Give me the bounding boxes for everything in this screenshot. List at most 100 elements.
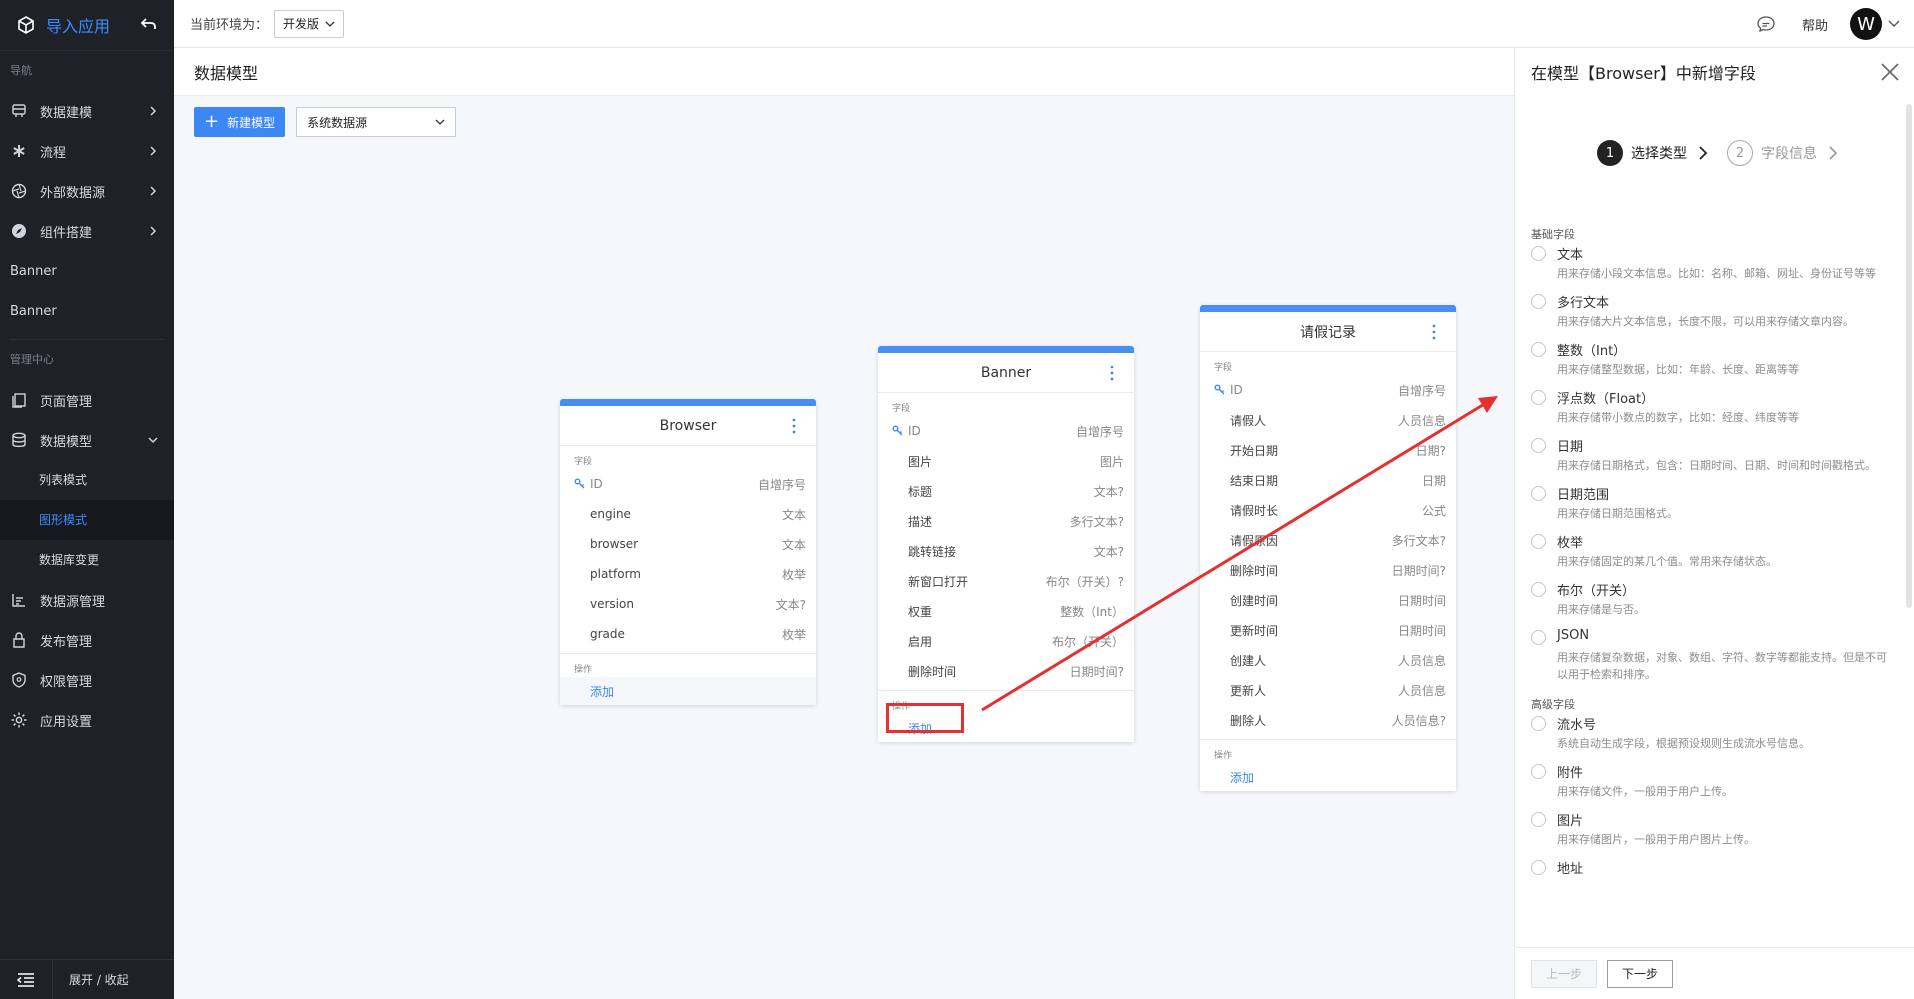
model-field-row[interactable]: engine 文本 (560, 499, 816, 529)
sidebar-subitem-graph-mode[interactable]: 图形模式 (0, 500, 174, 540)
sidebar-item-datasource-management[interactable]: 数据源管理 (0, 580, 174, 620)
sidebar-subitem-list-mode[interactable]: 列表模式 (0, 460, 174, 500)
field-type-option[interactable]: 布尔（开关） 用来存储是与否。 (1531, 579, 1889, 627)
field-type-option[interactable]: 枚举 用来存储固定的某几个值。常用来存储状态。 (1531, 531, 1889, 579)
field-type: 人员信息 (1397, 683, 1446, 698)
plus-icon: + (204, 111, 220, 132)
add-field-link[interactable]: 添加 (1200, 763, 1456, 791)
model-field-row[interactable]: 删除人 人员信息? (1200, 705, 1456, 735)
model-card-header[interactable]: Banner (878, 353, 1134, 393)
field-type-option[interactable]: 文本 用来存储小段文本信息。比如：名称、邮箱、网址、身份证号等等 (1531, 243, 1889, 291)
field-type: 日期时间? (1391, 563, 1446, 578)
model-field-row[interactable]: 创建时间 日期时间 (1200, 585, 1456, 615)
model-field-row[interactable]: grade 枚举 (560, 619, 816, 649)
model-field-row[interactable]: 权重 整数（Int） (878, 596, 1134, 626)
sidebar-item-data-model[interactable]: 数据模型 (0, 420, 174, 460)
prev-step-button[interactable]: 上一步 (1531, 959, 1598, 988)
model-card-banner[interactable]: Banner 字段 ID 自增序号 图片 图片 标题 文本? 描述 多行文本? 跳转链接 文本? 新窗口… (878, 346, 1134, 742)
field-type-option[interactable]: 附件 用来存储文件，一般用于用户上传。 (1531, 761, 1889, 809)
field-type-option[interactable]: 整数（Int） 用来存储整型数据，比如：年龄、长度、距离等等 (1531, 339, 1889, 387)
field-type-option[interactable]: 多行文本 用来存储大片文本信息，长度不限，可以用来存储文章内容。 (1531, 291, 1889, 339)
field-type-option[interactable]: 日期范围 用来存储日期范围格式。 (1531, 483, 1889, 531)
model-card-leave-record[interactable]: 请假记录 字段 ID 自增序号 请假人 人员信息 开始日期 日期? 结束日期 日期 请假时长 公式 请假… (1200, 305, 1456, 791)
field-type-option[interactable]: 流水号 系统自动生成字段，根据预设规则生成流水号信息。 (1531, 713, 1889, 761)
close-icon[interactable] (1880, 62, 1900, 82)
sidebar-item-data-modeling[interactable]: 数据建模 (0, 91, 174, 131)
model-field-row[interactable]: 请假人 人员信息 (1200, 405, 1456, 435)
model-field-row[interactable]: 新窗口打开 布尔（开关）? (878, 566, 1134, 596)
model-field-row[interactable]: 删除时间 日期时间? (1200, 555, 1456, 585)
model-card-header[interactable]: Browser (560, 406, 816, 446)
radio-button[interactable] (1531, 860, 1546, 875)
field-type-option[interactable]: 图片 用来存储图片，一般用于用户图片上传。 (1531, 809, 1889, 857)
model-field-row[interactable]: 图片 图片 (878, 446, 1134, 476)
model-field-row[interactable]: 创建人 人员信息 (1200, 645, 1456, 675)
model-field-row[interactable]: ID 自增序号 (878, 416, 1134, 446)
radio-button[interactable] (1531, 246, 1546, 261)
datasource-select[interactable]: 系统数据源 (296, 107, 457, 137)
radio-button[interactable] (1531, 294, 1546, 309)
radio-button[interactable] (1531, 582, 1546, 597)
sidebar-item-external-datasource[interactable]: 外部数据源 (0, 171, 174, 211)
sidebar-item-publish-management[interactable]: 发布管理 (0, 620, 174, 660)
more-vertical-icon[interactable] (786, 416, 802, 436)
model-field-row[interactable]: 请假时长 公式 (1200, 495, 1456, 525)
more-vertical-icon[interactable] (1104, 363, 1120, 383)
model-field-row[interactable]: 更新时间 日期时间 (1200, 615, 1456, 645)
model-field-row[interactable]: 删除时间 日期时间? (878, 656, 1134, 686)
radio-button[interactable] (1531, 390, 1546, 405)
collapse-menu-icon[interactable] (0, 959, 53, 999)
field-type-option[interactable]: JSON 用来存储复杂数据，对象、数组、字符、数字等都能支持。但是不可以用于检索和… (1531, 627, 1889, 692)
back-icon[interactable] (138, 14, 160, 36)
app-title[interactable]: 导入应用 (46, 13, 138, 37)
model-field-row[interactable]: 开始日期 日期? (1200, 435, 1456, 465)
model-field-row[interactable]: 结束日期 日期 (1200, 465, 1456, 495)
field-type-option[interactable]: 日期 用来存储日期格式，包含：日期时间、日期、时间和时间戳格式。 (1531, 435, 1889, 483)
model-field-row[interactable]: 请假原因 多行文本? (1200, 525, 1456, 555)
env-select[interactable]: 开发版 (274, 9, 345, 38)
model-card-browser[interactable]: Browser 字段 ID 自增序号 engine 文本 browser 文本 platform… (560, 399, 816, 705)
model-field-row[interactable]: version 文本? (560, 589, 816, 619)
more-vertical-icon[interactable] (1426, 322, 1442, 342)
expand-collapse-toggle[interactable]: 展开 / 收起 (53, 971, 129, 988)
scrollbar[interactable] (1906, 104, 1912, 608)
model-field-row[interactable]: 启用 布尔（开关） (878, 626, 1134, 656)
model-field-row[interactable]: 跳转链接 文本? (878, 536, 1134, 566)
field-type-option[interactable]: 地址 (1531, 857, 1889, 877)
model-card-header[interactable]: 请假记录 (1200, 312, 1456, 352)
step-field-info[interactable]: 2 字段信息 (1727, 140, 1817, 166)
help-link[interactable]: 帮助 (1802, 15, 1828, 34)
radio-button[interactable] (1531, 716, 1546, 731)
sidebar-item-permission-management[interactable]: 权限管理 (0, 660, 174, 700)
model-field-row[interactable]: 描述 多行文本? (878, 506, 1134, 536)
new-model-button[interactable]: + 新建模型 (194, 107, 286, 137)
sidebar-item-flow[interactable]: 流程 (0, 131, 174, 171)
field-type-option[interactable]: 浮点数（Float） 用来存储带小数点的数字，比如：经度、纬度等等 (1531, 387, 1889, 435)
step-select-type[interactable]: 1 选择类型 (1597, 140, 1687, 166)
model-field-row[interactable]: browser 文本 (560, 529, 816, 559)
radio-button[interactable] (1531, 630, 1546, 645)
message-icon[interactable] (1756, 14, 1776, 34)
sidebar-subitem-db-changes[interactable]: 数据库变更 (0, 540, 174, 580)
radio-button[interactable] (1531, 812, 1546, 827)
radio-button[interactable] (1531, 764, 1546, 779)
sidebar-item-app-settings[interactable]: 应用设置 (0, 700, 174, 740)
avatar[interactable]: W (1850, 8, 1882, 40)
add-field-link[interactable]: 添加 (560, 677, 816, 705)
chevron-down-icon[interactable] (1888, 20, 1900, 28)
sidebar-item-banner-2[interactable]: Banner (0, 291, 174, 331)
model-field-row[interactable]: ID 自增序号 (1200, 375, 1456, 405)
model-field-row[interactable]: 标题 文本? (878, 476, 1134, 506)
radio-button[interactable] (1531, 534, 1546, 549)
field-type-desc: 用来存储小段文本信息。比如：名称、邮箱、网址、身份证号等等 (1557, 267, 1876, 280)
radio-button[interactable] (1531, 342, 1546, 357)
sidebar-item-component-builder[interactable]: 组件搭建 (0, 211, 174, 251)
model-field-row[interactable]: 更新人 人员信息 (1200, 675, 1456, 705)
next-step-button[interactable]: 下一步 (1607, 959, 1674, 988)
radio-button[interactable] (1531, 438, 1546, 453)
sidebar-item-page-management[interactable]: 页面管理 (0, 380, 174, 420)
sidebar-item-banner-1[interactable]: Banner (0, 251, 174, 291)
model-field-row[interactable]: platform 枚举 (560, 559, 816, 589)
model-field-row[interactable]: ID 自增序号 (560, 469, 816, 499)
radio-button[interactable] (1531, 486, 1546, 501)
